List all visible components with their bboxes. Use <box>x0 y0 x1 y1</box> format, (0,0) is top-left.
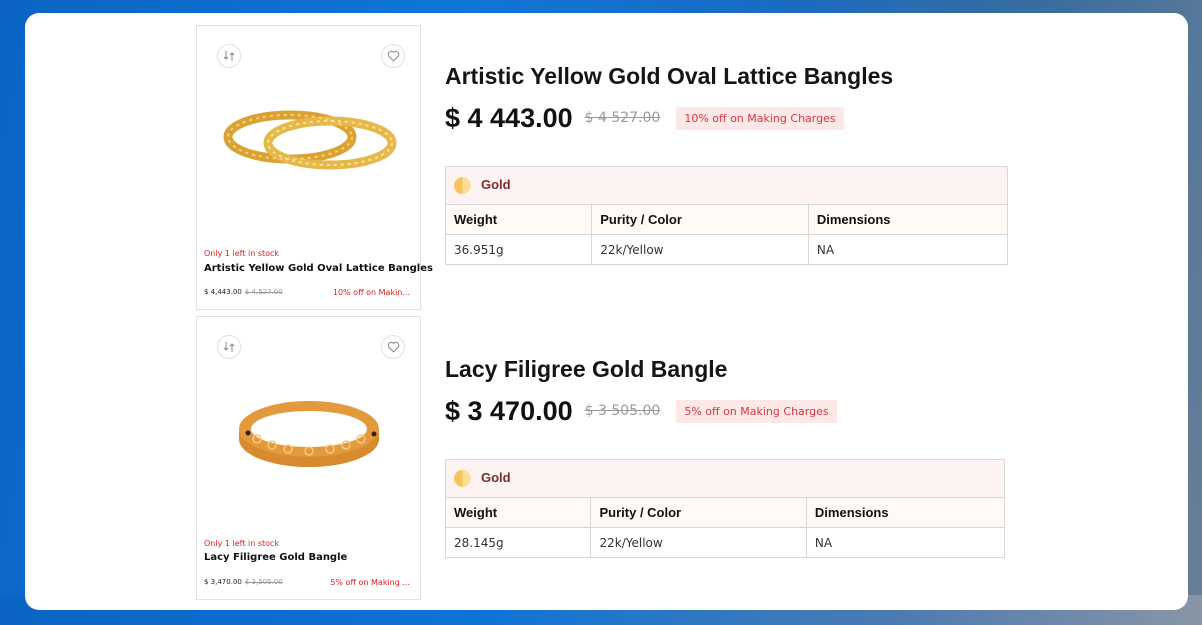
stock-notice: Only 1 left in stock <box>204 249 280 258</box>
old-price: $ 3,505.00 <box>244 578 283 586</box>
wishlist-button[interactable] <box>381 335 405 359</box>
weight-value: 36.951g <box>444 234 593 265</box>
compare-icon <box>223 342 235 352</box>
product-title: Artistic Yellow Gold Oval Lattice Bangle… <box>445 63 894 89</box>
bangles-illustration <box>223 110 397 170</box>
wishlist-button[interactable] <box>381 44 405 68</box>
metal-header: Gold <box>445 166 1008 205</box>
purity-value: 22k/Yellow <box>590 527 807 558</box>
detail-old-price: $ 3 505.00 <box>584 403 661 419</box>
current-price: $ 4,443.00 <box>204 288 242 296</box>
product-name[interactable]: Lacy Filigree Gold Bangle <box>204 552 347 563</box>
bangle-illustration <box>239 401 379 467</box>
weight-value: 28.145g <box>444 527 592 558</box>
card-price: $ 4,443.00 $ 4,527.00 <box>204 288 283 296</box>
content-panel: Only 1 left in stock Artistic Yellow Gol… <box>25 13 1188 610</box>
detail-price: $ 3 470.00 <box>445 395 573 426</box>
product-detail: Artistic Yellow Gold Oval Lattice Bangle… <box>444 63 1009 265</box>
dimensions-value: NA <box>805 527 1006 558</box>
metal-label: Gold <box>481 469 511 485</box>
product-card[interactable]: Only 1 left in stock Lacy Filigree Gold … <box>196 316 421 600</box>
product-image[interactable] <box>217 377 402 487</box>
product-detail: Lacy Filigree Gold Bangle $ 3 470.00 $ 3… <box>444 356 1006 558</box>
detail-price: $ 4 443.00 <box>445 102 573 133</box>
product-name[interactable]: Artistic Yellow Gold Oval Lattice Bangle… <box>204 263 433 274</box>
product-title: Lacy Filigree Gold Bangle <box>445 356 728 382</box>
product-image[interactable] <box>217 86 402 196</box>
product-card[interactable]: Only 1 left in stock Artistic Yellow Gol… <box>196 25 433 310</box>
offer-badge: 10% off on Making Charges <box>676 106 844 130</box>
compare-button[interactable] <box>217 335 241 359</box>
offer-badge: 5% off on Making Charges <box>676 399 837 423</box>
heart-icon <box>387 341 399 353</box>
card-offer: 10% off on Makin... <box>332 288 410 297</box>
metal-details-table: Gold Weight Purity / Color Dimensions 28… <box>444 459 1006 558</box>
purity-value: 22k/Yellow <box>591 234 809 265</box>
heart-icon <box>387 50 399 62</box>
gold-metal-icon <box>454 177 471 195</box>
metal-header: Gold <box>445 459 1005 498</box>
column-header-purity: Purity / Color <box>590 497 807 528</box>
price-row: $ 4 443.00 $ 4 527.00 10% off on Making … <box>445 102 1008 134</box>
table-row: 36.951g 22k/Yellow NA <box>444 234 1009 265</box>
metal-label: Gold <box>481 176 511 192</box>
current-price: $ 3,470.00 <box>204 578 242 586</box>
column-header-dimensions: Dimensions <box>807 204 1009 235</box>
column-header-weight: Weight <box>444 497 592 528</box>
dimensions-value: NA <box>807 234 1009 265</box>
compare-icon <box>223 51 235 61</box>
old-price: $ 4,527.00 <box>244 288 283 296</box>
compare-button[interactable] <box>217 44 241 68</box>
column-header-dimensions: Dimensions <box>805 497 1006 528</box>
card-price: $ 3,470.00 $ 3,505.00 <box>204 578 283 586</box>
gold-metal-icon <box>454 470 471 488</box>
column-header-weight: Weight <box>444 204 593 235</box>
price-row: $ 3 470.00 $ 3 505.00 5% off on Making C… <box>445 395 1005 427</box>
metal-details-table: Gold Weight Purity / Color Dimensions 36… <box>444 166 1009 265</box>
stock-notice: Only 1 left in stock <box>204 539 280 548</box>
detail-old-price: $ 4 527.00 <box>584 110 661 126</box>
table-row: 28.145g 22k/Yellow NA <box>444 527 1006 558</box>
column-header-purity: Purity / Color <box>591 204 809 235</box>
card-offer: 5% off on Making ... <box>330 578 410 587</box>
